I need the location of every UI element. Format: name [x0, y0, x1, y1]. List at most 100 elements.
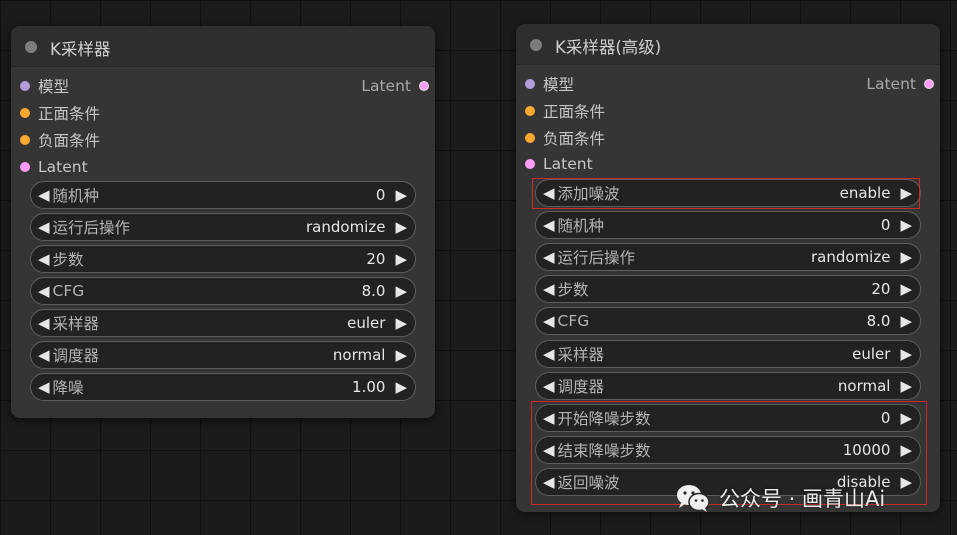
slot-dot-icon — [20, 108, 30, 118]
widget-label: 调度器 — [557, 378, 605, 396]
increment-arrow-icon[interactable]: ▶ — [900, 281, 912, 297]
input-slot-latent[interactable]: Latent — [516, 151, 593, 177]
widget-value[interactable]: 0 — [881, 409, 891, 427]
widget-control-after-generate[interactable]: ◀ 运行后操作 randomize ▶ — [30, 213, 416, 241]
increment-arrow-icon[interactable]: ▶ — [395, 347, 407, 363]
node-collapse-dot[interactable] — [25, 41, 37, 53]
decrement-arrow-icon[interactable]: ◀ — [38, 251, 50, 267]
decrement-arrow-icon[interactable]: ◀ — [38, 347, 50, 363]
widget-sampler[interactable]: ◀ 采样器 euler ▶ — [535, 340, 921, 368]
watermark: 公众号 · 画青山Ai — [675, 481, 885, 515]
widget-seed[interactable]: ◀ 随机种 0 ▶ — [30, 181, 416, 209]
output-slot-latent[interactable]: Latent — [361, 73, 435, 99]
slot-dot-icon — [525, 133, 535, 143]
widget-seed[interactable]: ◀ 随机种 0 ▶ — [535, 211, 921, 239]
decrement-arrow-icon[interactable]: ◀ — [38, 219, 50, 235]
decrement-arrow-icon[interactable]: ◀ — [543, 281, 555, 297]
increment-arrow-icon[interactable]: ▶ — [395, 219, 407, 235]
widget-value[interactable]: normal — [838, 377, 891, 395]
decrement-arrow-icon[interactable]: ◀ — [543, 249, 555, 265]
widget-value[interactable]: randomize — [306, 218, 385, 236]
increment-arrow-icon[interactable]: ▶ — [395, 315, 407, 331]
decrement-arrow-icon[interactable]: ◀ — [543, 378, 555, 394]
widget-value[interactable]: 20 — [366, 250, 385, 268]
ksampler-node[interactable]: K采样器 模型 正面条件 负面条件 Latent Latent ◀ 随机种 0 … — [11, 26, 435, 418]
decrement-arrow-icon[interactable]: ◀ — [543, 410, 555, 426]
slot-dot-icon — [419, 81, 429, 91]
output-slot-latent[interactable]: Latent — [866, 71, 940, 97]
increment-arrow-icon[interactable]: ▶ — [900, 313, 912, 329]
widget-value[interactable]: 8.0 — [867, 312, 891, 330]
widget-value[interactable]: 8.0 — [362, 282, 386, 300]
widget-scheduler[interactable]: ◀ 调度器 normal ▶ — [30, 341, 416, 369]
increment-arrow-icon[interactable]: ▶ — [900, 378, 912, 394]
increment-arrow-icon[interactable]: ▶ — [900, 217, 912, 233]
widget-value[interactable]: enable — [840, 184, 891, 202]
widget-end-at-step[interactable]: ◀ 结束降噪步数 10000 ▶ — [535, 436, 921, 464]
decrement-arrow-icon[interactable]: ◀ — [543, 217, 555, 233]
input-slot-negative[interactable]: 负面条件 — [516, 125, 605, 151]
widget-label: 步数 — [557, 281, 589, 299]
widget-value[interactable]: 0 — [376, 186, 386, 204]
increment-arrow-icon[interactable]: ▶ — [900, 442, 912, 458]
input-slot-model[interactable]: 模型 — [11, 73, 69, 99]
widget-cfg[interactable]: ◀ CFG 8.0 ▶ — [535, 307, 921, 335]
widget-label: 运行后操作 — [557, 249, 636, 267]
decrement-arrow-icon[interactable]: ◀ — [543, 474, 555, 490]
decrement-arrow-icon[interactable]: ◀ — [543, 185, 555, 201]
widget-label: 结束降噪步数 — [557, 442, 651, 460]
decrement-arrow-icon[interactable]: ◀ — [38, 187, 50, 203]
widget-add-noise[interactable]: ◀ 添加噪波 enable ▶ — [535, 179, 921, 207]
widget-denoise[interactable]: ◀ 降噪 1.00 ▶ — [30, 373, 416, 401]
widget-steps[interactable]: ◀ 步数 20 ▶ — [535, 275, 921, 303]
widget-value[interactable]: euler — [347, 314, 385, 332]
widget-cfg[interactable]: ◀ CFG 8.0 ▶ — [30, 277, 416, 305]
increment-arrow-icon[interactable]: ▶ — [395, 379, 407, 395]
slot-label: 正面条件 — [543, 103, 606, 121]
input-slot-positive[interactable]: 正面条件 — [11, 100, 100, 126]
widget-label: 返回噪波 — [557, 474, 620, 492]
decrement-arrow-icon[interactable]: ◀ — [38, 283, 50, 299]
decrement-arrow-icon[interactable]: ◀ — [543, 313, 555, 329]
input-slot-negative[interactable]: 负面条件 — [11, 127, 100, 153]
slot-dot-icon — [525, 106, 535, 116]
widget-value[interactable]: normal — [333, 346, 386, 364]
increment-arrow-icon[interactable]: ▶ — [395, 283, 407, 299]
node-header[interactable]: K采样器 — [11, 26, 435, 67]
widget-steps[interactable]: ◀ 步数 20 ▶ — [30, 245, 416, 273]
widget-value[interactable]: randomize — [811, 248, 890, 266]
increment-arrow-icon[interactable]: ▶ — [900, 346, 912, 362]
widget-value[interactable]: 20 — [871, 280, 890, 298]
node-collapse-dot[interactable] — [530, 39, 542, 51]
widget-label: 开始降噪步数 — [557, 410, 651, 428]
slot-dot-icon — [20, 135, 30, 145]
widget-control-after-generate[interactable]: ◀ 运行后操作 randomize ▶ — [535, 243, 921, 271]
widget-sampler[interactable]: ◀ 采样器 euler ▶ — [30, 309, 416, 337]
decrement-arrow-icon[interactable]: ◀ — [38, 315, 50, 331]
input-slot-latent[interactable]: Latent — [11, 154, 88, 180]
widget-label: CFG — [557, 312, 590, 330]
increment-arrow-icon[interactable]: ▶ — [900, 474, 912, 490]
node-title: K采样器 — [50, 40, 111, 59]
increment-arrow-icon[interactable]: ▶ — [395, 187, 407, 203]
slot-dot-icon — [20, 81, 30, 91]
increment-arrow-icon[interactable]: ▶ — [900, 185, 912, 201]
increment-arrow-icon[interactable]: ▶ — [395, 251, 407, 267]
increment-arrow-icon[interactable]: ▶ — [900, 410, 912, 426]
node-header[interactable]: K采样器(高级) — [516, 24, 940, 65]
widget-scheduler[interactable]: ◀ 调度器 normal ▶ — [535, 372, 921, 400]
widget-value[interactable]: 1.00 — [352, 378, 385, 396]
input-slot-model[interactable]: 模型 — [516, 71, 574, 97]
decrement-arrow-icon[interactable]: ◀ — [38, 379, 50, 395]
decrement-arrow-icon[interactable]: ◀ — [543, 346, 555, 362]
ksampler-advanced-node[interactable]: K采样器(高级) 模型 正面条件 负面条件 Latent Latent ◀ 添加… — [516, 24, 940, 512]
slot-dot-icon — [20, 162, 30, 172]
slot-label: Latent — [543, 155, 593, 173]
widget-value[interactable]: 10000 — [843, 441, 891, 459]
increment-arrow-icon[interactable]: ▶ — [900, 249, 912, 265]
widget-value[interactable]: euler — [852, 345, 890, 363]
decrement-arrow-icon[interactable]: ◀ — [543, 442, 555, 458]
widget-value[interactable]: 0 — [881, 216, 891, 234]
input-slot-positive[interactable]: 正面条件 — [516, 98, 605, 124]
widget-start-at-step[interactable]: ◀ 开始降噪步数 0 ▶ — [535, 404, 921, 432]
